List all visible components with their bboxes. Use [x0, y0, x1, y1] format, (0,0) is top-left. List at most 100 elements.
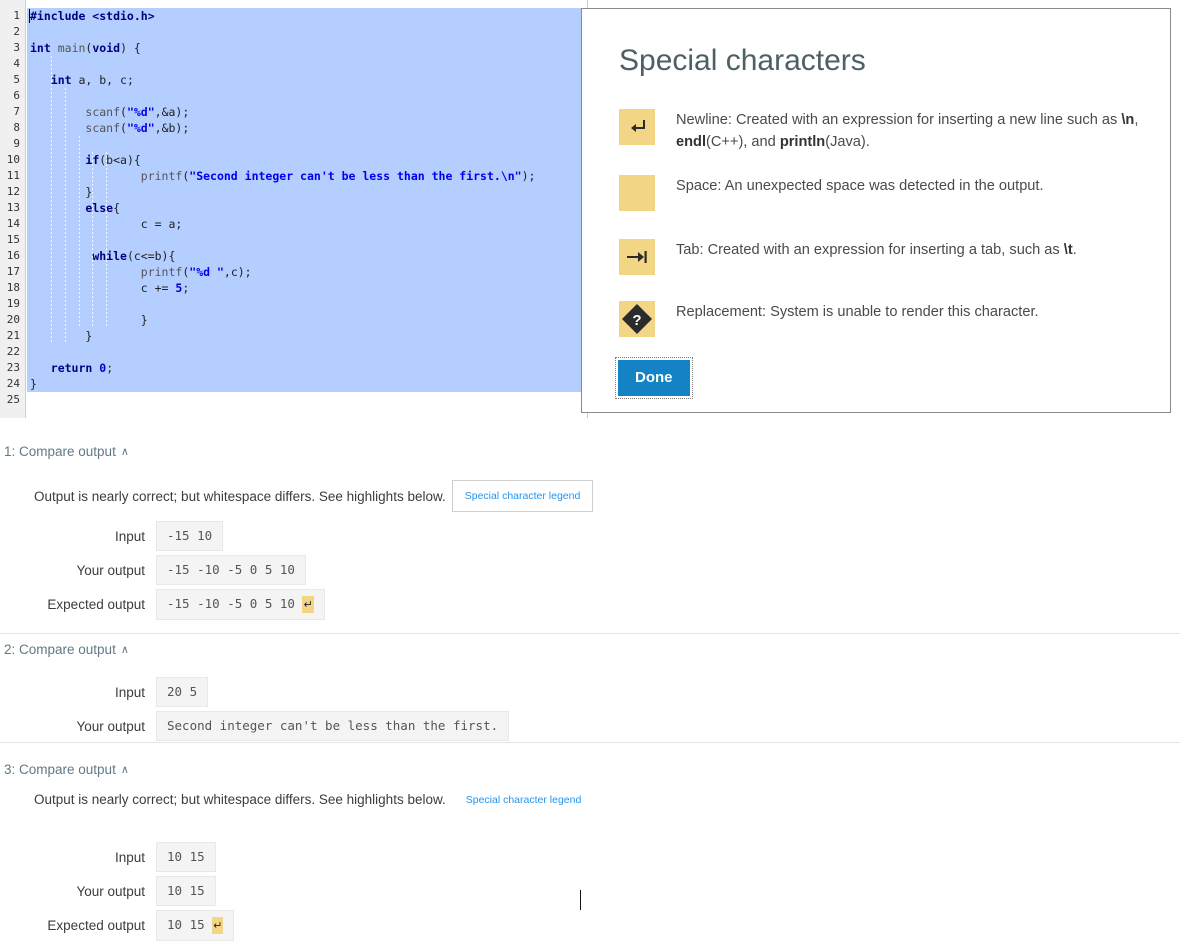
svg-text:?: ? — [632, 312, 641, 329]
replacement-icon: ? — [619, 301, 655, 337]
compare-io-label: Expected output — [47, 597, 145, 612]
line-number: 19 — [6, 297, 20, 310]
compare-section-title: 1: Compare output — [4, 444, 116, 459]
code-line[interactable]: #include <stdio.h> — [30, 8, 155, 24]
compare-io-text: 20 5 — [167, 684, 198, 699]
chevron-up-icon[interactable]: ∧ — [121, 763, 129, 776]
chevron-up-icon[interactable]: ∧ — [121, 643, 129, 656]
compare-io-value: 10 15 — [156, 842, 216, 872]
special-character-description: Tab: Created with an expression for inse… — [676, 242, 1077, 258]
code-line[interactable]: return 0; — [30, 360, 113, 376]
compare-section-title: 3: Compare output — [4, 762, 116, 777]
compare-io-row: Input 10 15 — [10, 842, 216, 872]
whitespace-notice-text: Output is nearly correct; but whitespace… — [34, 792, 446, 807]
newline-marker-icon: ↵ — [212, 917, 224, 934]
tab-icon — [619, 239, 655, 275]
compare-io-text: 10 15 — [167, 849, 205, 864]
line-number: 17 — [6, 265, 20, 278]
compare-io-text: -15 -10 -5 0 5 10 — [167, 562, 295, 577]
code-line[interactable]: } — [30, 376, 37, 392]
compare-io-row: Expected output 10 15 ↵ — [10, 910, 235, 941]
code-area[interactable]: #include <stdio.h> int main(void) { int … — [27, 0, 587, 418]
line-number: 1 — [13, 9, 20, 22]
code-line[interactable] — [30, 24, 37, 40]
code-line[interactable]: scanf("%d",&b); — [30, 120, 189, 136]
code-line[interactable] — [30, 56, 37, 72]
code-line[interactable] — [30, 392, 37, 408]
compare-io-value: Second integer can't be less than the fi… — [156, 711, 510, 741]
compare-io-row: Your output 10 15 — [10, 876, 216, 906]
code-line[interactable] — [30, 344, 37, 360]
newline-icon — [619, 109, 655, 145]
code-line[interactable]: printf("%d ",c); — [30, 264, 252, 280]
code-line[interactable]: } — [30, 184, 92, 200]
whitespace-notice-text: Output is nearly correct; but whitespace… — [34, 488, 446, 504]
line-number: 16 — [6, 249, 20, 262]
compare-section-title: 2: Compare output — [4, 642, 116, 657]
code-editor[interactable]: 1 2 3 4 5 6 7 8 9 10 11 12 13 14 15 16 17 18 19 20 21 22 23 24 2… — [0, 0, 588, 418]
indent-guide — [50, 56, 52, 344]
line-number: 2 — [13, 25, 20, 38]
special-character-description: Space: An unexpected space was detected … — [676, 178, 1044, 194]
code-line[interactable] — [30, 88, 37, 104]
line-number: 24 — [6, 377, 20, 390]
compare-io-row: Your output -15 -10 -5 0 5 10 — [10, 555, 306, 585]
special-character-description: Replacement: System is unable to render … — [676, 304, 1039, 320]
whitespace-notice-row: Output is nearly correct; but whitespace… — [34, 480, 594, 512]
special-character-legend-button[interactable]: Special character legend — [451, 480, 594, 512]
section-divider — [0, 633, 1180, 634]
special-character-row: Tab: Created with an expression for inse… — [619, 239, 1149, 275]
compare-io-value: -15 -10 -5 0 5 10 — [156, 555, 306, 585]
done-button[interactable]: Done — [615, 357, 693, 399]
special-character-row: Newline: Created with an expression for … — [619, 109, 1149, 153]
line-number: 20 — [6, 313, 20, 326]
code-line[interactable]: scanf("%d",&a); — [30, 104, 189, 120]
code-line[interactable]: if(b<a){ — [30, 152, 140, 168]
compare-io-label: Input — [114, 684, 145, 700]
compare-section-header[interactable]: 1: Compare output ∧ — [2, 444, 129, 459]
indent-guide — [64, 88, 66, 344]
compare-io-label: Expected output — [47, 918, 145, 933]
compare-io-label: Input — [114, 849, 145, 865]
newline-marker-icon: ↵ — [302, 596, 314, 613]
chevron-up-icon[interactable]: ∧ — [121, 445, 129, 458]
code-line[interactable]: } — [30, 312, 148, 328]
line-number: 9 — [13, 137, 20, 150]
line-number: 7 — [13, 105, 20, 118]
compare-section-header[interactable]: 2: Compare output ∧ — [2, 642, 129, 657]
whitespace-notice-row: Output is nearly correct; but whitespace… — [34, 792, 581, 807]
line-number: 12 — [6, 185, 20, 198]
compare-io-text: -15 -10 -5 0 5 10 — [167, 596, 303, 611]
code-line[interactable]: } — [30, 328, 92, 344]
code-line[interactable] — [30, 296, 37, 312]
line-number-gutter: 1 2 3 4 5 6 7 8 9 10 11 12 13 14 15 16 17 18 19 20 21 22 23 24 2… — [0, 0, 26, 418]
code-line[interactable]: int main(void) { — [30, 40, 141, 56]
line-number: 23 — [6, 361, 20, 374]
line-number: 4 — [13, 57, 20, 70]
compare-io-row: Your output Second integer can't be less … — [10, 711, 510, 741]
compare-section-header[interactable]: 3: Compare output ∧ — [2, 762, 129, 777]
special-characters-dialog: Special characters Newline: Created with… — [581, 8, 1171, 413]
line-number: 18 — [6, 281, 20, 294]
compare-io-text: 10 15 — [167, 917, 213, 932]
indent-guide — [92, 152, 94, 328]
section-divider — [0, 742, 1180, 743]
compare-io-row: Input -15 10 — [10, 521, 224, 551]
line-number: 21 — [6, 329, 20, 342]
code-line[interactable] — [30, 136, 37, 152]
line-number: 5 — [13, 73, 20, 86]
code-line[interactable]: c += 5; — [30, 280, 190, 296]
compare-io-text: -15 10 — [167, 528, 213, 543]
line-number: 22 — [6, 345, 20, 358]
code-line[interactable]: int a, b, c; — [30, 72, 134, 88]
line-number: 15 — [6, 233, 20, 246]
space-icon — [619, 175, 655, 211]
code-line[interactable] — [30, 232, 37, 248]
line-number: 11 — [6, 169, 20, 182]
compare-io-value: 10 15 — [156, 876, 216, 906]
line-number: 10 — [6, 153, 20, 166]
compare-io-row: Input 20 5 — [10, 677, 209, 707]
code-line[interactable]: while(c<=b){ — [30, 248, 175, 264]
compare-io-text: 10 15 — [167, 883, 205, 898]
special-character-legend-link[interactable]: Special character legend — [466, 794, 582, 806]
